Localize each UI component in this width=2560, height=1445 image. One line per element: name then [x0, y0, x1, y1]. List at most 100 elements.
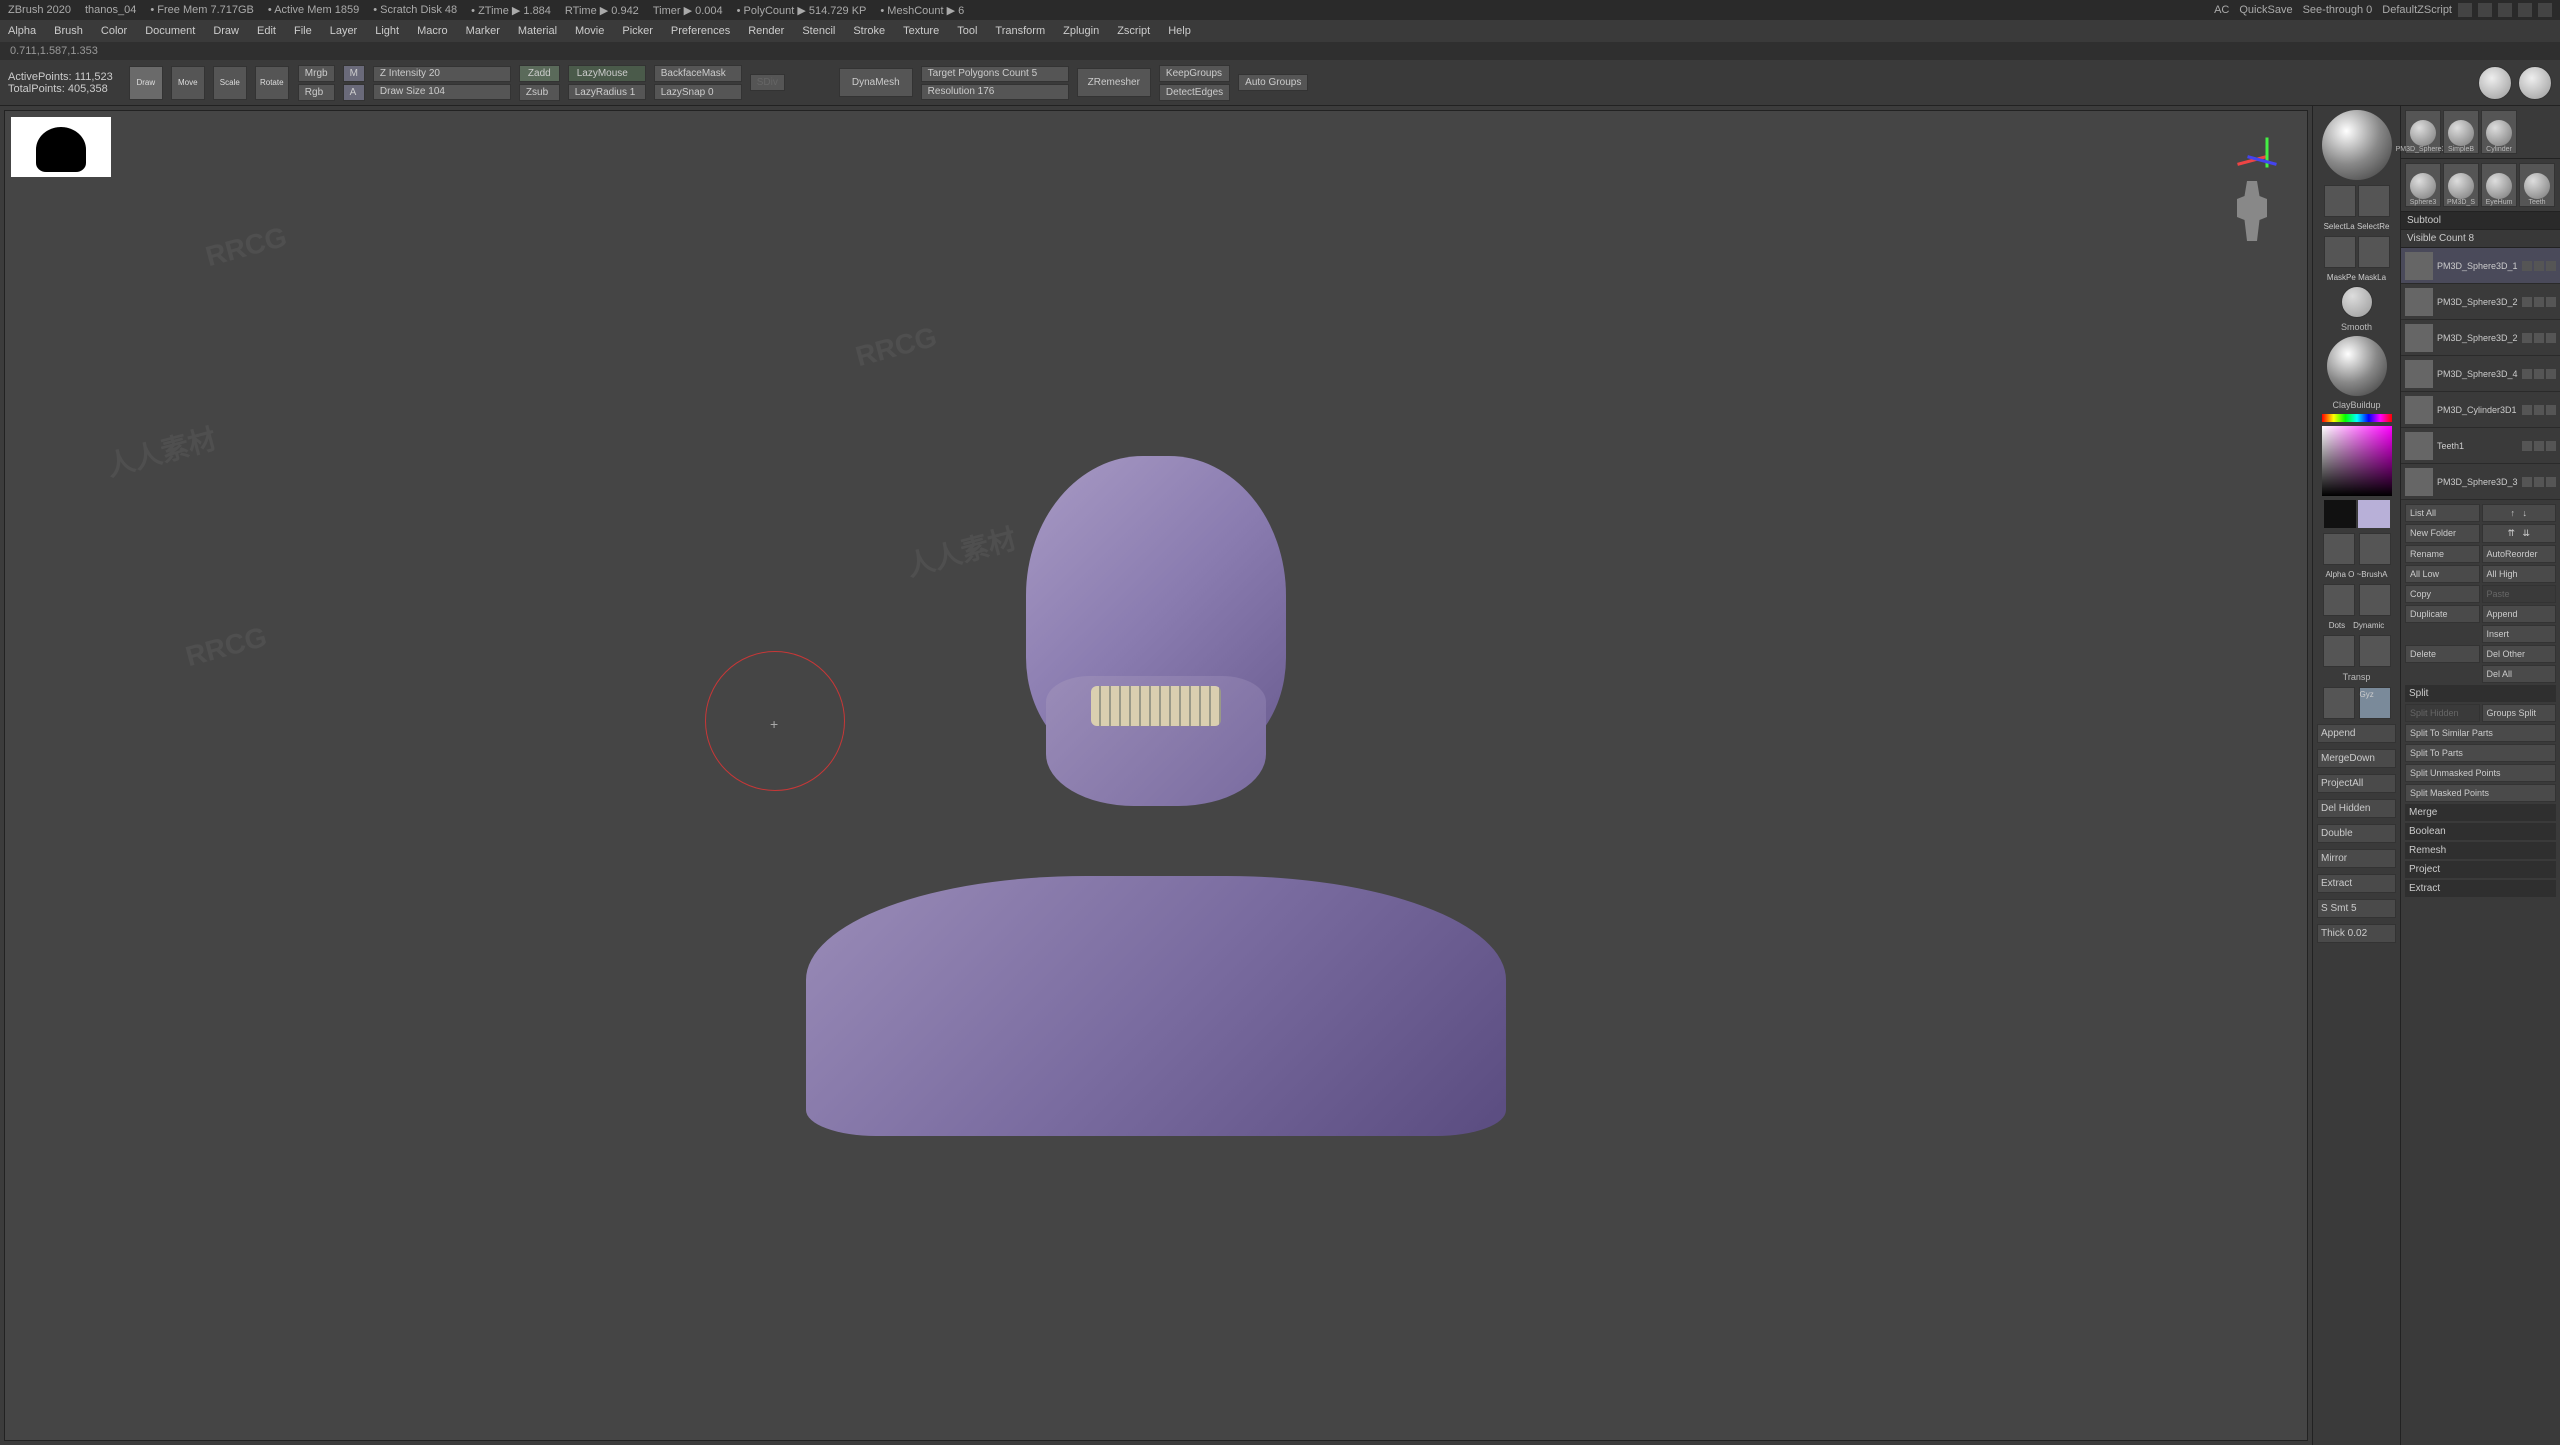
projectall-button[interactable]: ProjectAll — [2317, 774, 2396, 793]
rgb-button[interactable]: Rgb — [298, 84, 335, 101]
mrgb-button[interactable]: Mrgb — [298, 65, 335, 82]
boolean-header[interactable]: Boolean — [2405, 823, 2556, 840]
mergedown-button[interactable]: MergeDown — [2317, 749, 2396, 768]
alllow-button[interactable]: All Low — [2405, 565, 2480, 583]
menu-edit[interactable]: Edit — [257, 25, 276, 37]
split-header[interactable]: Split — [2405, 685, 2556, 702]
paste-button[interactable]: Paste — [2482, 585, 2557, 603]
defaultzscript-button[interactable]: DefaultZScript — [2382, 4, 2452, 16]
drawsize-slider[interactable]: Draw Size 104 — [373, 84, 511, 100]
visibility-icon[interactable] — [2546, 441, 2556, 451]
ssmt-slider[interactable]: S Smt 5 — [2317, 899, 2396, 918]
visibility-icon[interactable] — [2546, 333, 2556, 343]
folder-arrows[interactable]: ⇈ ⇊ — [2482, 524, 2557, 543]
merge-header[interactable]: Merge — [2405, 804, 2556, 821]
eye-icon[interactable] — [2522, 297, 2532, 307]
rotate-mode-button[interactable]: Rotate — [255, 66, 289, 100]
append-button[interactable]: Append — [2317, 724, 2396, 743]
menu-icon[interactable] — [2458, 3, 2472, 17]
visibility-icon[interactable] — [2546, 297, 2556, 307]
delhidden-button[interactable]: Del Hidden — [2317, 799, 2396, 818]
menu-file[interactable]: File — [294, 25, 312, 37]
a-button[interactable]: A — [343, 84, 365, 101]
menu-picker[interactable]: Picker — [622, 25, 653, 37]
groupssplit-button[interactable]: Groups Split — [2482, 704, 2557, 722]
extract-header[interactable]: Extract — [2405, 880, 2556, 897]
tool-thumb-cylinder[interactable]: Cylinder — [2481, 110, 2517, 154]
menu-transform[interactable]: Transform — [995, 25, 1045, 37]
m-button[interactable]: M — [343, 65, 365, 82]
splitmasked-button[interactable]: Split Masked Points — [2405, 784, 2556, 802]
tool-thumb-pm3d_s[interactable]: PM3D_S — [2443, 163, 2479, 207]
subtool-row[interactable]: PM3D_Sphere3D_2 — [2401, 284, 2560, 320]
draw-mode-button[interactable]: Draw — [129, 66, 163, 100]
color-picker[interactable] — [2322, 426, 2392, 496]
menu-brush[interactable]: Brush — [54, 25, 83, 37]
material-thumb-2[interactable] — [2518, 66, 2552, 100]
paint-icon[interactable] — [2534, 369, 2544, 379]
duplicate-button[interactable]: Duplicate — [2405, 605, 2480, 623]
sdiv-button[interactable]: SDiv — [750, 74, 785, 91]
newfolder-button[interactable]: New Folder — [2405, 524, 2480, 543]
thick-slider[interactable]: Thick 0.02 — [2317, 924, 2396, 943]
gyz-button[interactable]: Gyz — [2359, 687, 2391, 719]
splitunmasked-button[interactable]: Split Unmasked Points — [2405, 764, 2556, 782]
visibility-icon[interactable] — [2546, 369, 2556, 379]
listall-arrows[interactable]: ↑ ↓ — [2482, 504, 2557, 522]
menu-zplugin[interactable]: Zplugin — [1063, 25, 1099, 37]
copy-button[interactable]: Copy — [2405, 585, 2480, 603]
splithidden-button[interactable]: Split Hidden — [2405, 704, 2480, 722]
paint-icon[interactable] — [2534, 477, 2544, 487]
scale-mode-button[interactable]: Scale — [213, 66, 247, 100]
seethrough-slider[interactable]: See-through 0 — [2303, 4, 2373, 16]
resolution-slider[interactable]: Resolution 176 — [921, 84, 1069, 100]
splitparts-button[interactable]: Split To Parts — [2405, 744, 2556, 762]
swatch-lavender[interactable] — [2358, 500, 2390, 528]
paint-icon[interactable] — [2534, 297, 2544, 307]
append2-button[interactable]: Append — [2482, 605, 2557, 623]
solo-button[interactable] — [2359, 635, 2391, 667]
menu-layer[interactable]: Layer — [330, 25, 358, 37]
subtool-row[interactable]: PM3D_Sphere3D_2 — [2401, 320, 2560, 356]
menu-movie[interactable]: Movie — [575, 25, 604, 37]
menu-zscript[interactable]: Zscript — [1117, 25, 1150, 37]
swatch-black[interactable] — [2324, 500, 2356, 528]
menu-preferences[interactable]: Preferences — [671, 25, 730, 37]
paint-icon[interactable] — [2534, 405, 2544, 415]
menu-document[interactable]: Document — [145, 25, 195, 37]
insert-button[interactable]: Insert — [2482, 625, 2557, 643]
project-header[interactable]: Project — [2405, 861, 2556, 878]
autogroups-button[interactable]: Auto Groups — [1238, 74, 1308, 91]
subtool-row[interactable]: PM3D_Cylinder3D1 — [2401, 392, 2560, 428]
menu-texture[interactable]: Texture — [903, 25, 939, 37]
eye-icon[interactable] — [2522, 333, 2532, 343]
backfacemask-button[interactable]: BackfaceMask — [654, 65, 742, 82]
target-polygons-slider[interactable]: Target Polygons Count 5 — [921, 66, 1069, 82]
subtool-header[interactable]: Subtool — [2401, 212, 2560, 230]
menu-marker[interactable]: Marker — [466, 25, 500, 37]
menu-tool[interactable]: Tool — [957, 25, 977, 37]
visibility-icon[interactable] — [2546, 477, 2556, 487]
eye-icon[interactable] — [2522, 477, 2532, 487]
menu-draw[interactable]: Draw — [213, 25, 239, 37]
masklasso-button[interactable] — [2358, 236, 2390, 268]
subtool-row[interactable]: Teeth1 — [2401, 428, 2560, 464]
menu-macro[interactable]: Macro — [417, 25, 448, 37]
close-icon[interactable] — [2538, 3, 2552, 17]
viewport[interactable]: + RRCG 人人素材 RRCG RRCG 人人素材 — [4, 110, 2308, 1441]
lazysnap-slider[interactable]: LazySnap 0 — [654, 84, 742, 100]
zsub-button[interactable]: Zsub — [519, 84, 560, 101]
menu-light[interactable]: Light — [375, 25, 399, 37]
delother-button[interactable]: Del Other — [2482, 645, 2557, 663]
menu-alpha[interactable]: Alpha — [8, 25, 36, 37]
eye-icon[interactable] — [2522, 261, 2532, 271]
minimize-icon[interactable] — [2478, 3, 2492, 17]
dynamic-button[interactable] — [2359, 584, 2391, 616]
listall-button[interactable]: List All — [2405, 504, 2480, 522]
visibility-icon[interactable] — [2546, 405, 2556, 415]
menu-help[interactable]: Help — [1168, 25, 1191, 37]
subtool-row[interactable]: PM3D_Sphere3D_1 — [2401, 248, 2560, 284]
mirror-button[interactable]: Mirror — [2317, 849, 2396, 868]
dynamesh-button[interactable]: DynaMesh — [839, 68, 913, 97]
splitsimilar-button[interactable]: Split To Similar Parts — [2405, 724, 2556, 742]
